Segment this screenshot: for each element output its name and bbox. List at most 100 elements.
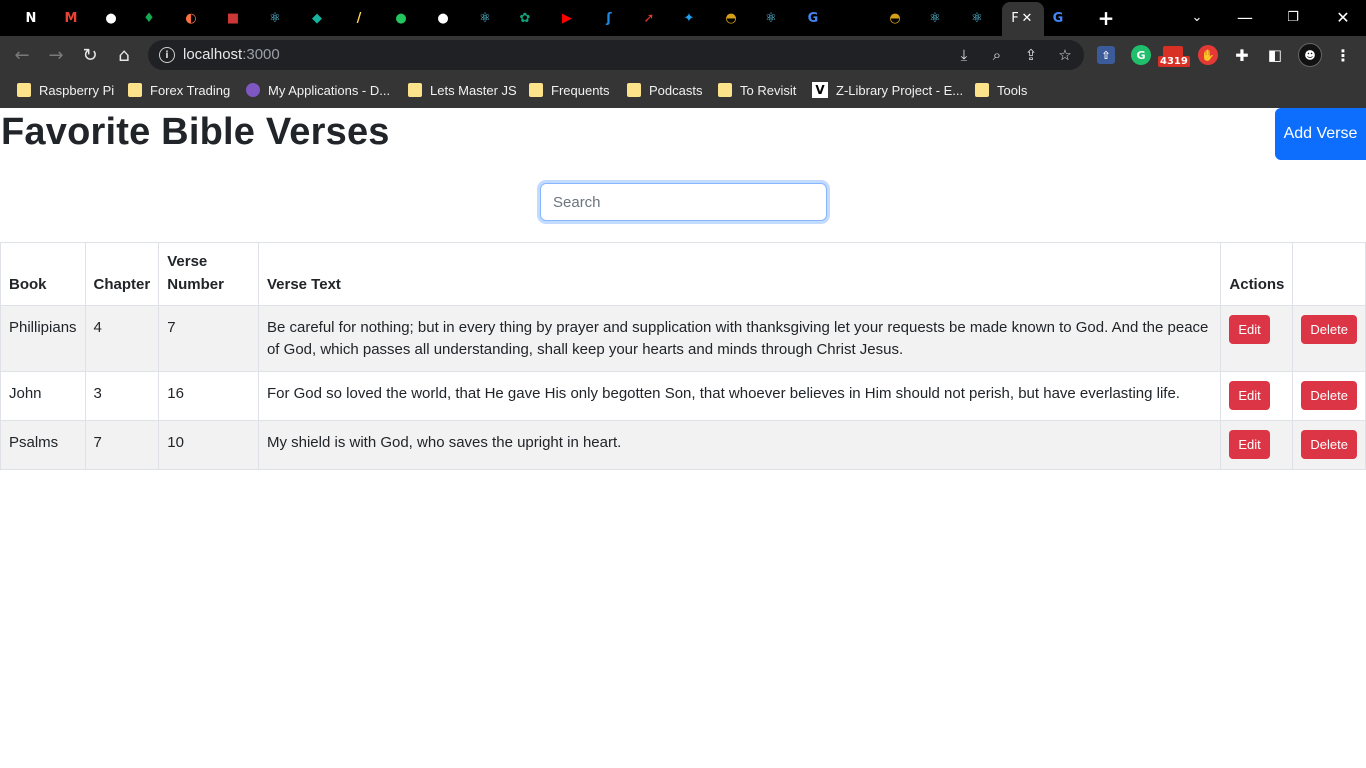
react-icon[interactable]: ⚛ (264, 7, 286, 29)
eye-icon[interactable]: ◓ (884, 7, 906, 29)
new-tab-icon[interactable]: + (1095, 6, 1117, 30)
puzzle-icon[interactable]: ✚ (1231, 44, 1253, 66)
edit-button[interactable]: Edit (1229, 315, 1270, 344)
cell-verse: 7 (158, 305, 259, 372)
app-icon[interactable]: ◐ (180, 7, 202, 29)
tab-search-icon[interactable]: ⌄ (1174, 0, 1220, 34)
bookmark-z-library[interactable]: V Z-Library Project - E... (812, 80, 963, 100)
bookmark-frequents[interactable]: Frequents (529, 80, 610, 100)
cell-delete: Delete (1292, 371, 1366, 421)
app2-icon[interactable]: ● (390, 7, 412, 29)
header-verse-text: Verse Text (257, 242, 1222, 306)
folder-icon (529, 83, 543, 97)
react-icon[interactable]: ⚛ (966, 7, 988, 29)
delete-button[interactable]: Delete (1301, 381, 1357, 410)
openai-icon[interactable]: ✿ (514, 7, 536, 29)
install-icon[interactable]: ⤓ (953, 44, 975, 66)
eye-icon[interactable]: ◓ (720, 7, 742, 29)
pin-icon[interactable]: ➚ (638, 7, 660, 29)
extension-icon[interactable]: ⇧ (1097, 46, 1115, 64)
side-panel-icon[interactable]: ◧ (1264, 44, 1286, 66)
delete-button[interactable]: Delete (1301, 430, 1357, 459)
bookmark-lets-master-js[interactable]: Lets Master JS (408, 80, 517, 100)
header-chapter: Chapter (84, 242, 160, 306)
address-url[interactable]: localhost:3000 (183, 46, 280, 63)
reload-icon[interactable]: ↻ (78, 44, 102, 66)
bookmark-forex-trading[interactable]: Forex Trading (128, 80, 230, 100)
cell-verse: 10 (158, 420, 259, 470)
tab-strip: N M ● ♦ ◐ ■ ⚛ ◆ / ● ● ⚛ ✿ ▶ ʃ ➚ ✦ ◓ ⚛ G … (0, 0, 1366, 36)
notion-icon[interactable]: N (20, 7, 42, 29)
tab-close-icon[interactable]: ✕ (1016, 7, 1038, 29)
restore-icon[interactable]: ❐ (1270, 0, 1316, 34)
adblock-icon[interactable]: ✋ (1198, 45, 1218, 65)
bookmark-raspberry-pi[interactable]: Raspberry Pi (17, 80, 114, 100)
folder-icon (128, 83, 142, 97)
google-icon[interactable]: G (1047, 7, 1069, 29)
react-icon[interactable]: ⚛ (760, 7, 782, 29)
ai-icon[interactable]: / (348, 7, 370, 29)
search-input[interactable] (540, 183, 827, 221)
cell-edit: Edit (1220, 420, 1294, 470)
minimize-icon[interactable]: — (1222, 0, 1268, 34)
delete-button[interactable]: Delete (1301, 315, 1357, 344)
folder-icon (408, 83, 422, 97)
edit-button[interactable]: Edit (1229, 381, 1270, 410)
cell-chapter: 7 (84, 420, 160, 470)
share-icon[interactable]: ⇪ (1020, 44, 1042, 66)
cell-book: Psalms (0, 420, 86, 470)
bookmark-to-revisit[interactable]: To Revisit (718, 80, 796, 100)
youtube-icon[interactable]: ▶ (556, 7, 578, 29)
mail-badge: 4319 (1158, 56, 1190, 67)
bookmark-tools[interactable]: Tools (975, 80, 1027, 100)
table-row: Phillipians 4 7 Be careful for nothing; … (0, 305, 1366, 372)
github-icon[interactable]: ● (100, 7, 122, 29)
table-row: John 3 16 For God so loved the world, th… (0, 371, 1366, 421)
folder-icon (17, 83, 31, 97)
bookmark-star-icon[interactable]: ☆ (1054, 44, 1076, 66)
header-verse-number: Verse Number (158, 242, 259, 306)
google-icon[interactable]: G (802, 7, 824, 29)
add-verse-button[interactable]: Add Verse (1275, 108, 1366, 160)
cell-text: For God so loved the world, that He gave… (257, 371, 1222, 421)
cell-verse: 16 (158, 371, 259, 421)
cell-edit: Edit (1220, 371, 1294, 421)
menu-icon[interactable]: ⋮ (1332, 44, 1354, 66)
react-icon[interactable]: ⚛ (924, 7, 946, 29)
edit-button[interactable]: Edit (1229, 430, 1270, 459)
twitter-icon[interactable]: ✦ (678, 7, 700, 29)
close-window-icon[interactable]: ✕ (1320, 0, 1366, 34)
header-actions: Actions (1220, 242, 1294, 306)
react-icon[interactable]: ⚛ (474, 7, 496, 29)
app-icon (246, 83, 260, 97)
bookmark-podcasts[interactable]: Podcasts (627, 80, 702, 100)
cell-edit: Edit (1220, 305, 1294, 372)
mongodb-icon[interactable]: ♦ (138, 7, 160, 29)
page-title: Favorite Bible Verses (1, 111, 390, 153)
cell-chapter: 4 (84, 305, 160, 372)
page-content: Favorite Bible Verses Add Verse Book Cha… (0, 108, 1366, 768)
npm-icon[interactable]: ■ (222, 7, 244, 29)
gmail-icon[interactable]: M (60, 7, 82, 29)
table-header-row: Book Chapter Verse Number Verse Text Acti… (0, 242, 1366, 306)
cell-text: Be careful for nothing; but in every thi… (257, 305, 1222, 372)
header-book: Book (0, 242, 86, 306)
diamond-icon[interactable]: ◆ (306, 7, 328, 29)
address-bar[interactable] (148, 40, 1084, 70)
github-icon[interactable]: ● (432, 7, 454, 29)
site-info-icon[interactable]: i (159, 47, 175, 63)
forward-icon[interactable]: → (44, 44, 68, 66)
mail-extension-icon[interactable]: 4319 (1158, 44, 1190, 67)
home-icon[interactable]: ⌂ (112, 44, 136, 66)
back-icon[interactable]: ← (10, 44, 34, 66)
verses-table: Book Chapter Verse Number Verse Text Acti… (0, 242, 1366, 470)
v-icon: V (812, 82, 828, 98)
bookmark-my-applications[interactable]: My Applications - D... (246, 80, 390, 100)
app3-icon[interactable]: ʃ (598, 7, 620, 29)
profile-avatar[interactable]: ☻ (1298, 43, 1322, 67)
cell-delete: Delete (1292, 420, 1366, 470)
grammarly-icon[interactable]: G (1131, 45, 1151, 65)
cell-book: John (0, 371, 86, 421)
cell-chapter: 3 (84, 371, 160, 421)
zoom-icon[interactable]: ⌕ (986, 44, 1008, 66)
